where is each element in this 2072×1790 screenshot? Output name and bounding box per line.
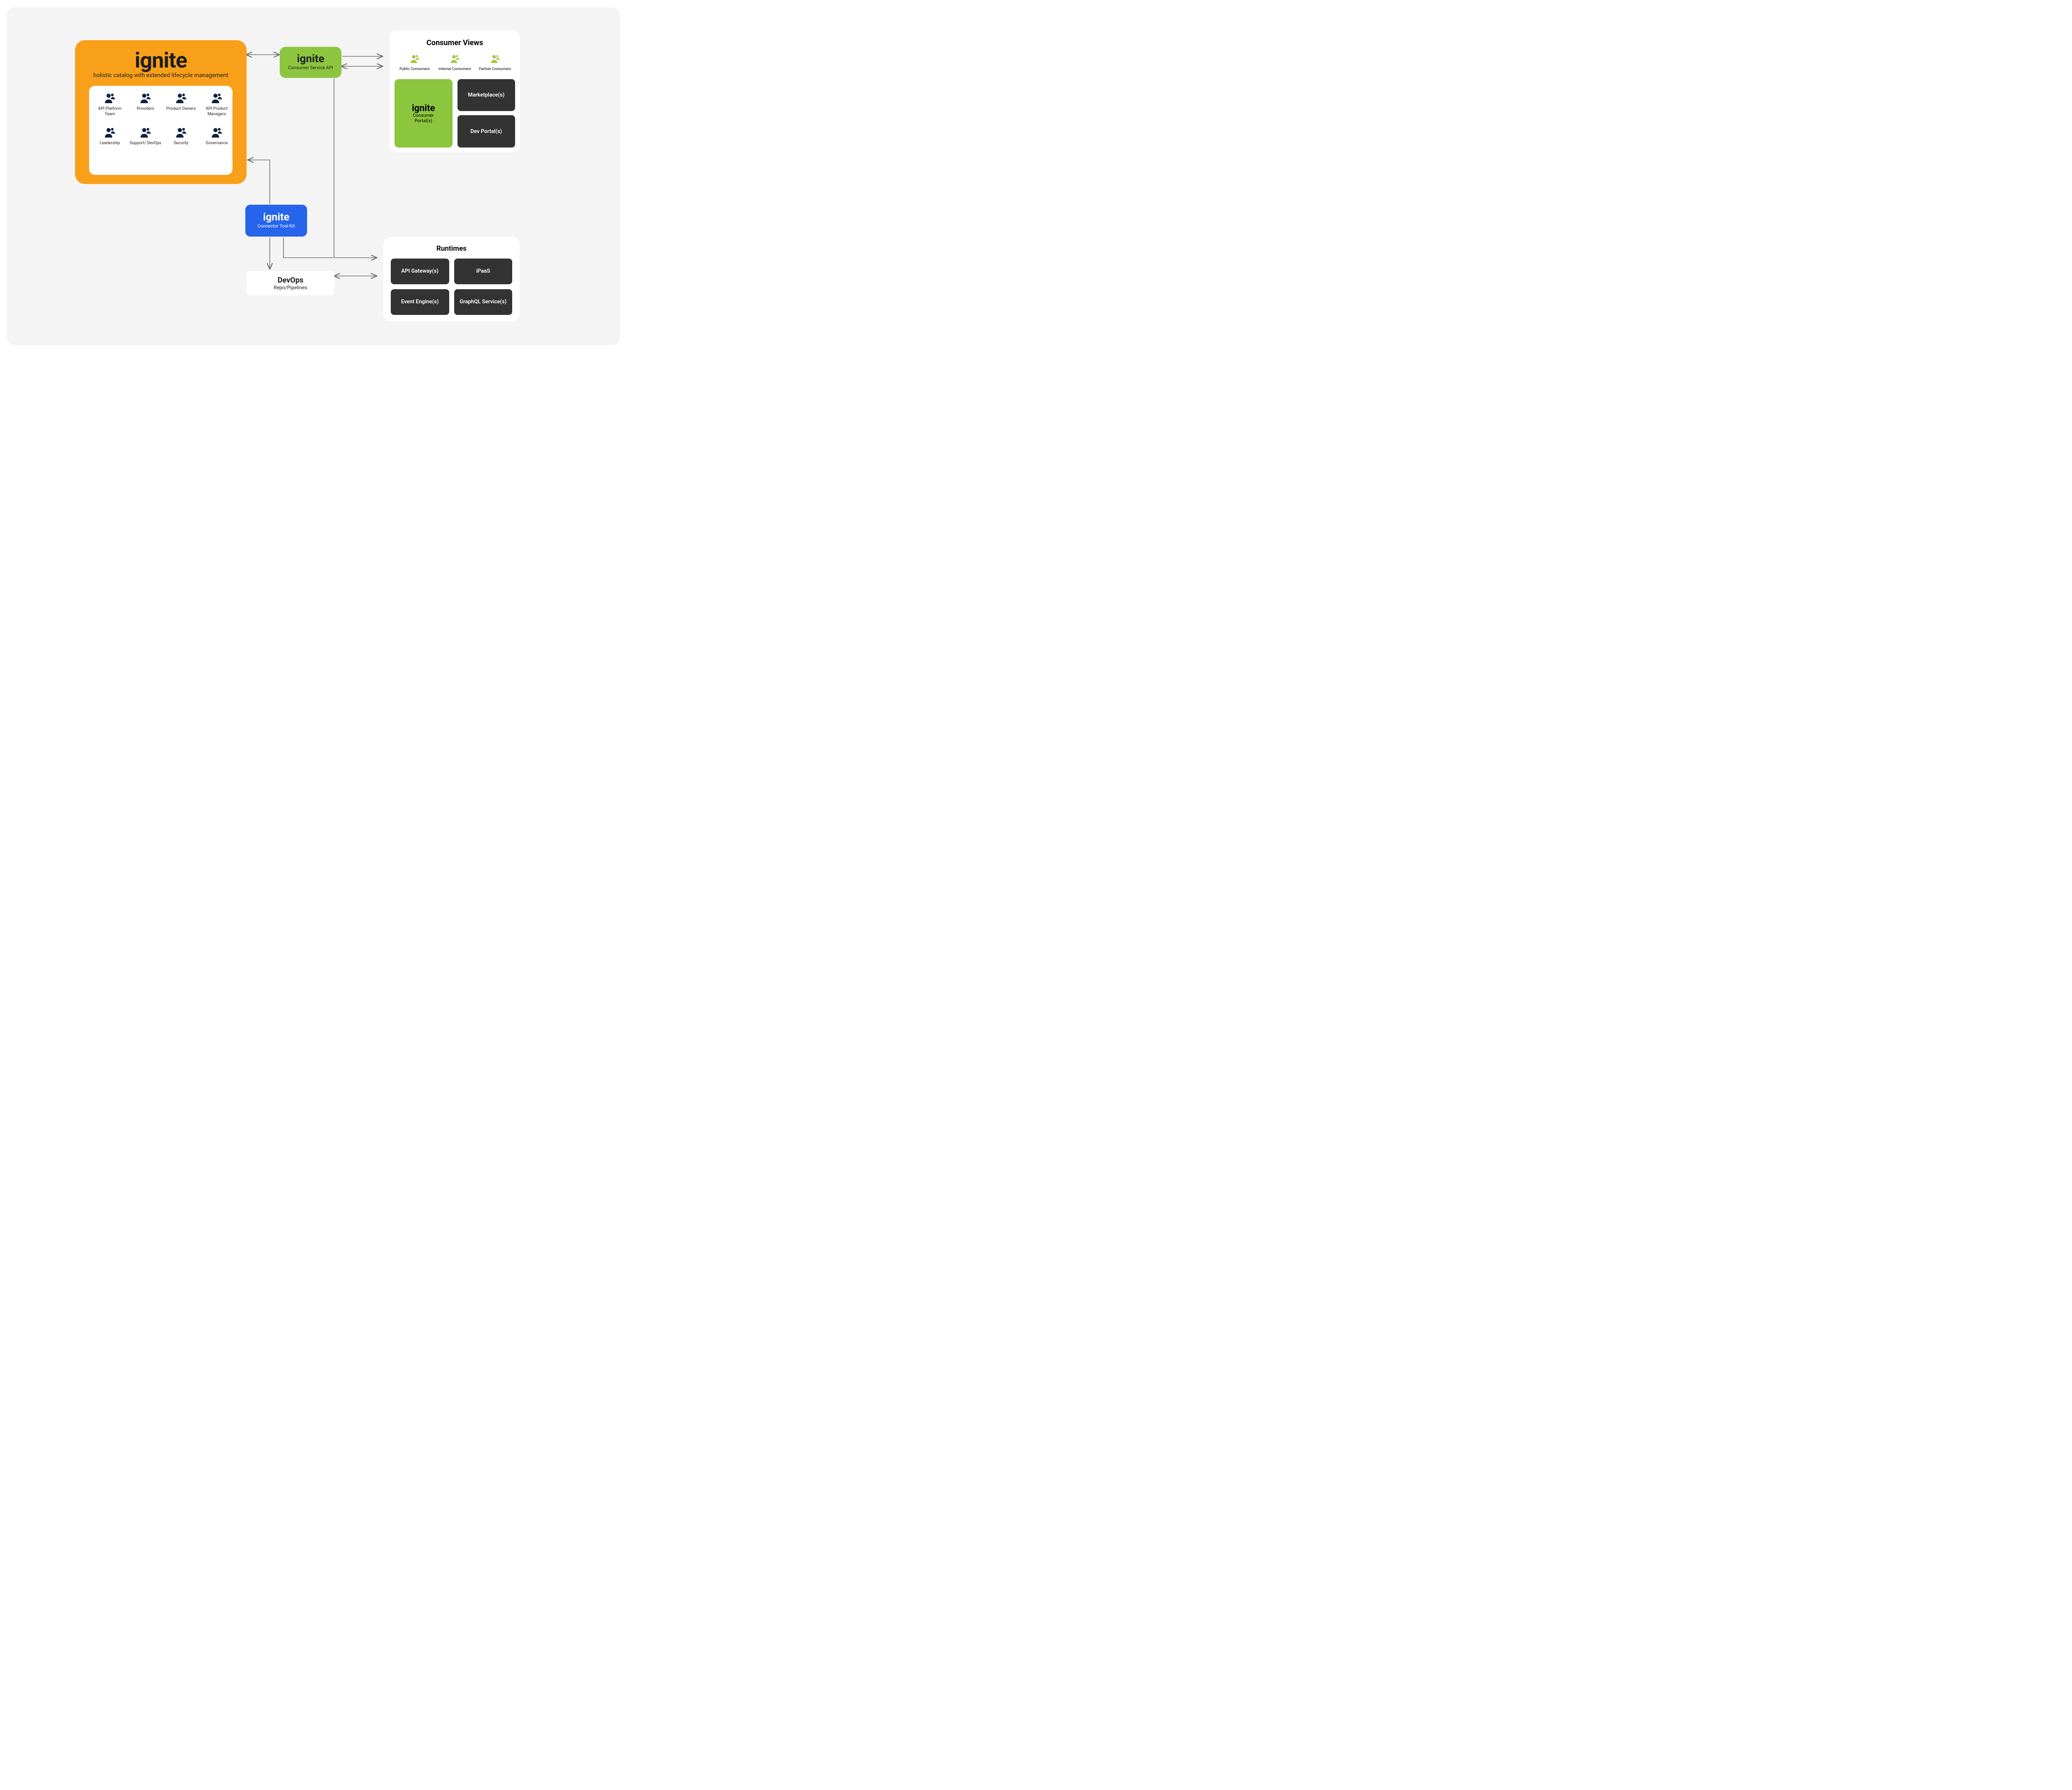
api-box-title: ignite <box>297 53 324 65</box>
consumer-views-title: Consumer Views <box>426 39 483 47</box>
api-box-subtitle: Consumer Service API <box>288 65 333 70</box>
consumer-type-label: Public Consumers <box>399 67 430 72</box>
consumer-portal-title: ignite <box>412 103 435 114</box>
persona-label: API Platform Team <box>93 106 126 117</box>
consumer-service-api-block: ignite Consumer Service API <box>280 47 341 78</box>
persona-item: Providers <box>129 93 162 112</box>
connector-toolkit-block: ignite Connector Tool Kit <box>245 205 307 237</box>
consumer-type-label: Internal Consumers <box>438 67 471 72</box>
connector-subtitle: Connector Tool Kit <box>257 223 295 229</box>
catalog-block: ignite holistic catalog with extended li… <box>75 40 247 184</box>
user-icon <box>104 93 116 103</box>
consumer-type-item: Internal Consumers <box>438 55 472 72</box>
persona-label: Governance <box>206 141 228 146</box>
persona-item: Leadership <box>93 128 126 146</box>
user-icon <box>490 55 500 65</box>
runtime-tile: Event Engine(s) <box>391 289 449 315</box>
consumer-views-tiles: ignite Consumer Portal(s) Marketplace(s)… <box>395 79 515 148</box>
user-icon <box>140 128 151 138</box>
user-icon <box>410 55 420 65</box>
devops-block: DevOps Repo/Pipelines <box>247 271 334 295</box>
user-icon <box>175 93 187 103</box>
user-icon <box>175 128 187 138</box>
runtimes-title: Runtimes <box>436 244 467 253</box>
consumer-type-item: Public Consumers <box>398 55 431 72</box>
persona-item: Product Owners <box>165 93 198 112</box>
persona-label: Security <box>174 141 189 146</box>
persona-label: API Product Managers <box>200 106 233 117</box>
user-icon <box>104 128 116 138</box>
user-icon <box>211 128 223 138</box>
consumer-type-label: Partner Consumers <box>479 67 511 72</box>
runtimes-grid: API Gateway(s) iPaaS Event Engine(s) Gra… <box>391 259 512 315</box>
persona-item: Governance <box>200 128 233 146</box>
runtime-tile: GraphQL Service(s) <box>454 289 513 315</box>
marketplace-tile: Marketplace(s) <box>457 79 516 111</box>
persona-label: Leadership <box>99 141 120 146</box>
consumer-portal-line2: Consumer <box>413 113 434 118</box>
devops-subtitle: Repo/Pipelines <box>274 285 307 290</box>
persona-item: API Product Managers <box>200 93 233 117</box>
connector-title: ignite <box>263 211 290 223</box>
consumer-type-item: Partner Consumers <box>479 55 512 72</box>
consumer-portal-block: ignite Consumer Portal(s) <box>395 79 453 148</box>
personas-panel: API Platform Team Providers Product Owne… <box>89 86 232 175</box>
user-icon <box>450 55 460 65</box>
runtime-tile: API Gateway(s) <box>391 259 449 284</box>
consumer-views-right-col: Marketplace(s) Dev Portal(s) <box>457 79 516 148</box>
persona-label: Providers <box>137 106 154 112</box>
dev-portal-tile: Dev Portal(s) <box>457 115 516 148</box>
runtimes-panel: Runtimes API Gateway(s) iPaaS Event Engi… <box>383 237 520 322</box>
diagram-canvas: ignite holistic catalog with extended li… <box>7 7 620 345</box>
devops-title: DevOps <box>278 276 303 285</box>
catalog-title: ignite <box>135 48 187 73</box>
runtime-tile: iPaaS <box>454 259 513 284</box>
personas-grid: API Platform Team Providers Product Owne… <box>93 93 228 146</box>
persona-label: Support/ DevOps <box>130 141 161 146</box>
consumer-types-row: Public Consumers Internal Consumers Part… <box>395 55 515 72</box>
persona-item: Security <box>165 128 198 146</box>
persona-item: Support/ DevOps <box>129 128 162 146</box>
user-icon <box>211 93 223 103</box>
catalog-subtitle: holistic catalog with extended lifecycle… <box>93 72 228 79</box>
persona-item: API Platform Team <box>93 93 126 117</box>
consumer-views-panel: Consumer Views Public Consumers Internal… <box>390 30 520 152</box>
consumer-portal-line3: Portal(s) <box>414 118 432 123</box>
user-icon <box>140 93 151 103</box>
persona-label: Product Owners <box>166 106 196 112</box>
